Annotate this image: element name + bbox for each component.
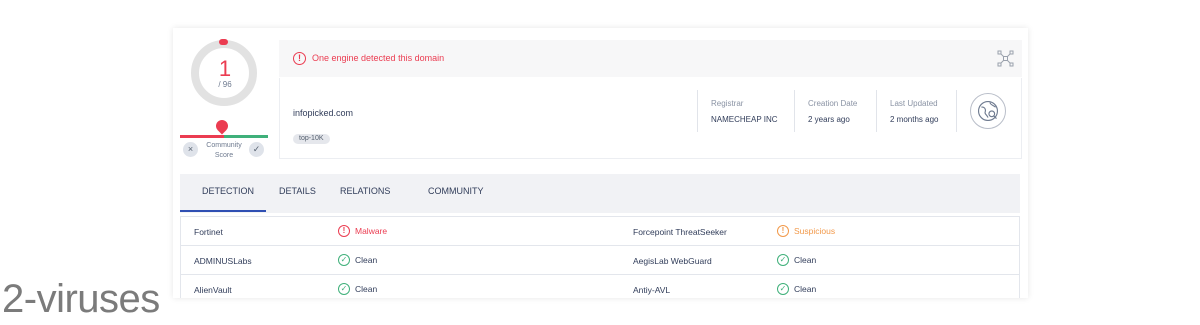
table-row: AlienVault ✓ Clean Antiy-AVL ✓ Clean xyxy=(181,275,1019,298)
verdict-label: Clean xyxy=(355,255,378,265)
creation-date-value: 2 years ago xyxy=(808,115,850,124)
creation-date-block: Creation Date 2 years ago xyxy=(794,90,876,132)
verdict: ✓ Clean xyxy=(777,254,816,266)
alert-text: One engine detected this domain xyxy=(312,53,445,63)
verdict: ✓ Clean xyxy=(338,254,377,266)
registrar-label: Registrar xyxy=(711,99,744,108)
verdict-label: Clean xyxy=(794,284,817,294)
vote-harmless-button[interactable]: ✓ xyxy=(249,142,264,157)
verdict: ! Malware xyxy=(338,225,387,237)
engine-name: Fortinet xyxy=(194,227,223,237)
clean-check-icon: ✓ xyxy=(777,283,789,295)
community-score-label: Community Score xyxy=(206,142,242,159)
engine-name: AlienVault xyxy=(194,285,232,295)
watermark: 2-viruses xyxy=(2,277,160,321)
domain-name: infopicked.com xyxy=(293,108,354,118)
tab-community[interactable]: COMMUNITY xyxy=(428,186,484,196)
tab-detection[interactable]: DETECTION xyxy=(202,186,254,196)
verdict: ✓ Clean xyxy=(338,283,377,295)
engine-name: AegisLab WebGuard xyxy=(633,256,712,266)
verdict-label: Clean xyxy=(355,284,378,294)
suspicious-icon: ! xyxy=(777,225,789,237)
domain-type-block xyxy=(956,90,1006,132)
report-card: 1 / 96 × Community Score ✓ ! One engine … xyxy=(173,28,1028,298)
clean-check-icon: ✓ xyxy=(338,283,350,295)
last-updated-label: Last Updated xyxy=(890,99,938,108)
tab-details[interactable]: DETAILS xyxy=(279,186,316,196)
vote-harmful-button[interactable]: × xyxy=(183,142,198,157)
popularity-tag[interactable]: top-10K xyxy=(293,134,330,144)
engine-total: / 96 xyxy=(218,80,232,89)
malicious-icon: ! xyxy=(338,225,350,237)
detection-alert-banner: ! One engine detected this domain xyxy=(279,40,1022,77)
table-row: Fortinet ! Malware Forcepoint ThreatSeek… xyxy=(181,217,1019,246)
tab-relations[interactable]: RELATIONS xyxy=(340,186,390,196)
alert-icon: ! xyxy=(293,52,306,65)
community-score-bar xyxy=(180,135,268,138)
registrar-block: Registrar NAMECHEAP INC xyxy=(697,90,794,132)
registrar-value: NAMECHEAP INC xyxy=(711,115,778,124)
engine-name: Forcepoint ThreatSeeker xyxy=(633,227,727,237)
domain-info-panel: infopicked.com top-10K Registrar NAMECHE… xyxy=(279,78,1022,159)
active-tab-indicator xyxy=(180,210,266,212)
detections-table: Fortinet ! Malware Forcepoint ThreatSeek… xyxy=(180,216,1020,298)
creation-date-label: Creation Date xyxy=(808,99,858,108)
detection-count: 1 xyxy=(218,56,232,81)
engine-name: Antiy-AVL xyxy=(633,285,671,295)
community-score-pin-icon xyxy=(213,117,231,135)
verdict-label: Malware xyxy=(355,226,388,236)
graph-view-icon[interactable] xyxy=(997,50,1014,67)
clean-check-icon: ✓ xyxy=(338,254,350,266)
engine-name: ADMINUSLabs xyxy=(194,256,252,266)
table-row: ADMINUSLabs ✓ Clean AegisLab WebGuard ✓ … xyxy=(181,246,1019,275)
score-ring-marker xyxy=(219,39,228,45)
verdict: ✓ Clean xyxy=(777,283,816,295)
last-updated-block: Last Updated 2 months ago xyxy=(876,90,956,132)
report-tabs: DETECTION DETAILS RELATIONS COMMUNITY xyxy=(180,174,1020,213)
last-updated-value: 2 months ago xyxy=(890,115,939,124)
verdict: ! Suspicious xyxy=(777,225,835,237)
verdict-label: Suspicious xyxy=(794,226,836,236)
globe-icon xyxy=(970,93,1006,129)
verdict-label: Clean xyxy=(794,255,817,265)
clean-check-icon: ✓ xyxy=(777,254,789,266)
